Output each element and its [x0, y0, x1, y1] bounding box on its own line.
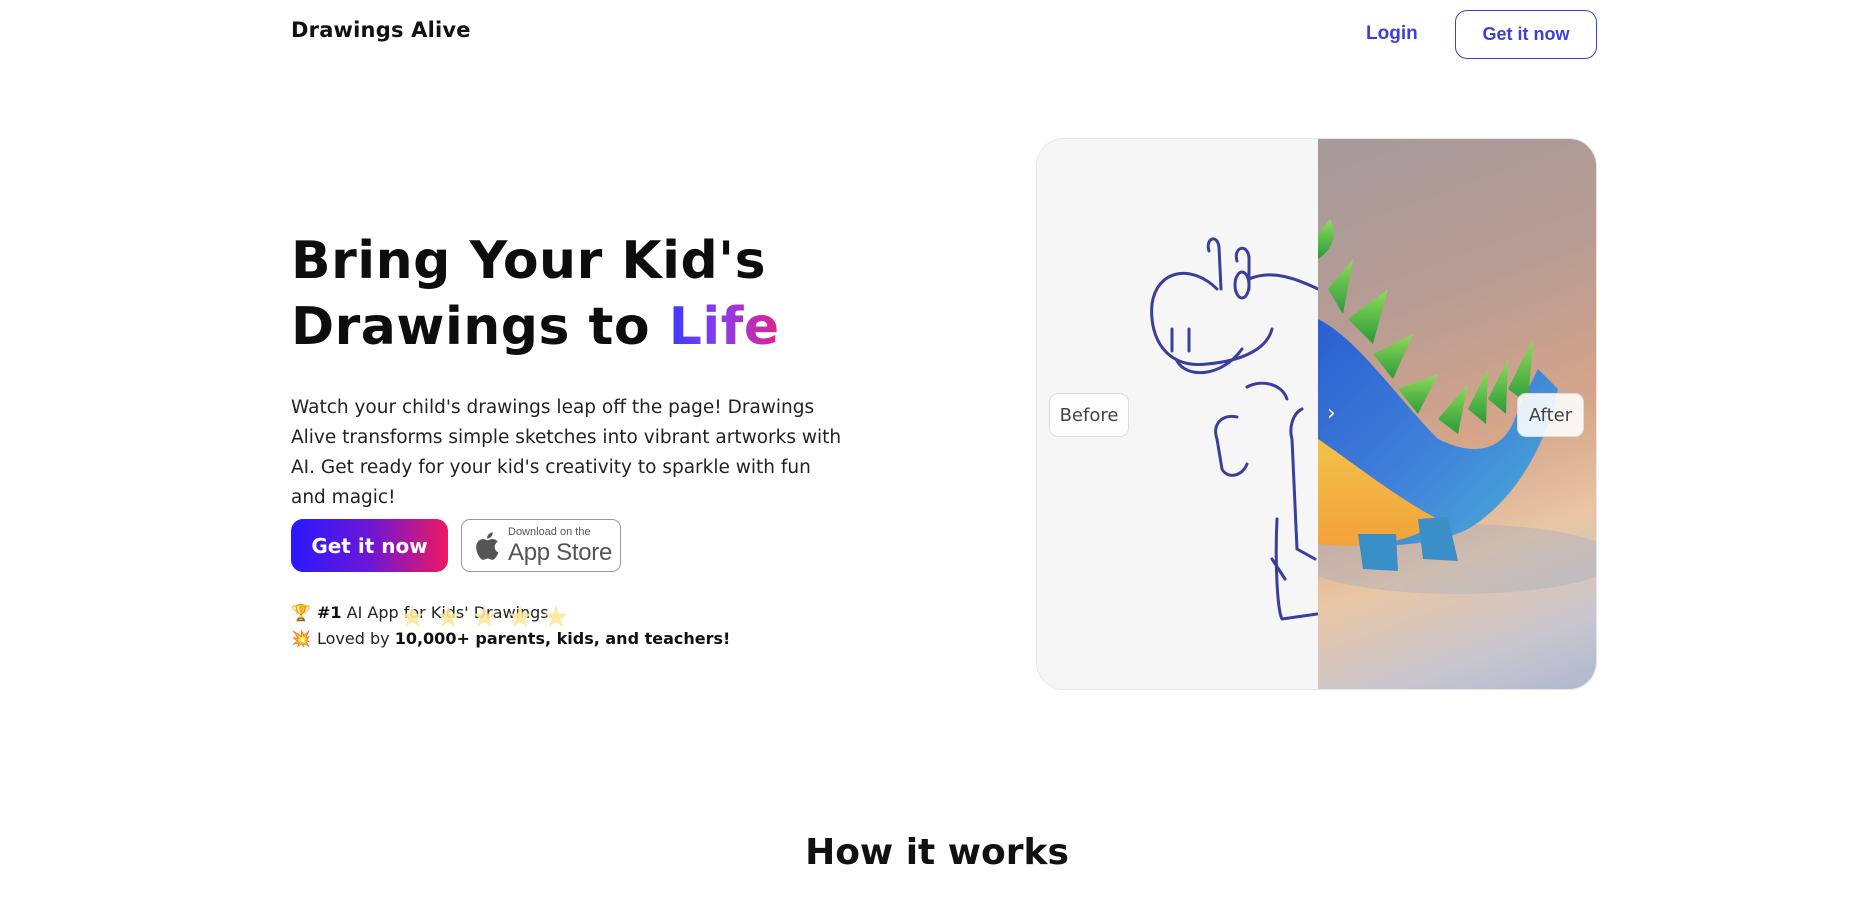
star-icon: ★: [470, 600, 498, 635]
hero-title-highlight: Life: [668, 297, 780, 357]
hero-title: Bring Your Kid's Drawings to Life: [291, 228, 780, 360]
brand-logo[interactable]: Drawings Alive: [291, 18, 471, 42]
slider-handle-icon[interactable]: ›: [1327, 401, 1336, 426]
star-icon: ★: [542, 600, 570, 635]
stat-ranking-bold: #1: [317, 603, 342, 622]
star-icon: ★: [506, 600, 534, 635]
rating-stars: ★ ★ ★ ★ ★: [399, 603, 570, 633]
hero-get-it-now-button[interactable]: Get it now: [291, 519, 448, 572]
sparkle-icon: 💥: [291, 629, 311, 648]
app-store-big-text: App Store: [508, 538, 613, 566]
trophy-icon: 🏆: [291, 603, 311, 622]
app-store-button[interactable]: Download on the App Store: [461, 519, 621, 572]
hero-title-line1: Bring Your Kid's: [291, 231, 767, 291]
star-icon: ★: [434, 600, 462, 635]
stat-loved-text: Loved by: [317, 629, 390, 648]
app-store-small-text: Download on the: [508, 525, 591, 538]
nav-get-it-now-button[interactable]: Get it now: [1455, 10, 1597, 59]
before-after-slider[interactable]: Before After: [1036, 138, 1597, 690]
star-icon: ★: [399, 600, 426, 635]
after-label: After: [1517, 393, 1584, 437]
how-it-works-heading: How it works: [805, 832, 1069, 873]
top-nav: Drawings Alive Login Get it now: [0, 0, 1874, 70]
before-label: Before: [1049, 393, 1129, 437]
hero-description: Watch your child's drawings leap off the…: [291, 397, 842, 508]
hero-title-line2: Drawings to: [291, 297, 651, 357]
login-link[interactable]: Login: [1366, 23, 1418, 45]
apple-icon: [476, 531, 499, 560]
